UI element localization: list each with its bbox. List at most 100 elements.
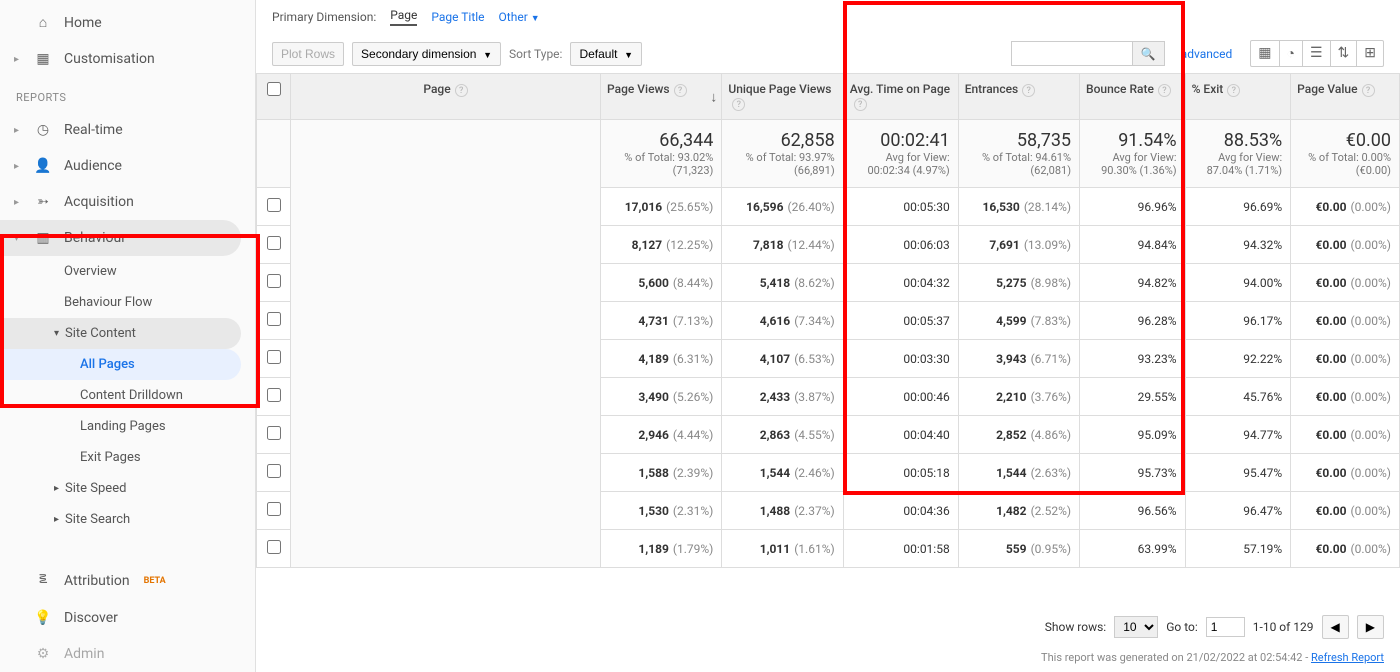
row-checkbox[interactable]	[267, 274, 281, 288]
cell-bounce: 95.73%	[1080, 454, 1186, 492]
sub-site-speed[interactable]: ▸Site Speed	[0, 473, 255, 504]
cell-value: €0.00(0.00%)	[1291, 416, 1400, 454]
advanced-link[interactable]: advanced	[1181, 47, 1233, 61]
cell-bounce: 94.82%	[1080, 264, 1186, 302]
col-bounce-label: Bounce Rate	[1086, 82, 1154, 96]
sub-site-search[interactable]: ▸Site Search	[0, 504, 255, 535]
summary-unique: 62,858% of Total: 93.97% (66,891)	[722, 120, 843, 188]
help-icon[interactable]: ?	[854, 98, 867, 111]
cell-value: €0.00(0.00%)	[1291, 378, 1400, 416]
pie-view-icon[interactable]: ◔	[1280, 41, 1303, 66]
cell-pageviews: 1,588(2.39%)	[601, 454, 722, 492]
page-col-redacted	[291, 120, 601, 568]
col-entrances[interactable]: Entrances?	[958, 74, 1079, 120]
summary-exit: 88.53%Avg for View: 87.04% (1.71%)	[1185, 120, 1291, 188]
search-button[interactable]: 🔍	[1132, 42, 1164, 65]
nav-behaviour-label: Behaviour	[64, 230, 126, 246]
bars-view-icon[interactable]: ☰	[1303, 41, 1331, 66]
plot-rows-button[interactable]: Plot Rows	[272, 42, 344, 66]
row-checkbox[interactable]	[267, 388, 281, 402]
col-bounce[interactable]: Bounce Rate?	[1080, 74, 1186, 120]
cell-bounce: 63.99%	[1080, 530, 1186, 568]
row-checkbox[interactable]	[267, 312, 281, 326]
sub-all-pages[interactable]: All Pages	[0, 349, 241, 380]
show-rows-select[interactable]: 10	[1114, 616, 1158, 638]
cell-value: €0.00(0.00%)	[1291, 492, 1400, 530]
col-avgtime[interactable]: Avg. Time on Page?	[843, 74, 958, 120]
compare-view-icon[interactable]: ⇅	[1331, 41, 1358, 66]
nav-realtime[interactable]: ▸◷Real-time	[0, 112, 255, 148]
row-checkbox[interactable]	[267, 236, 281, 250]
col-unique-label: Unique Page Views	[728, 82, 831, 96]
nav-behaviour[interactable]: ▾▥Behaviour	[0, 220, 241, 256]
sub-landing-pages[interactable]: Landing Pages	[0, 411, 255, 442]
nav-attribution[interactable]: ౾AttributionBETA	[0, 561, 255, 600]
col-exit[interactable]: % Exit?	[1185, 74, 1291, 120]
goto-input[interactable]	[1206, 617, 1245, 637]
summary-pageviews: 66,344% of Total: 93.02% (71,323)	[601, 120, 722, 188]
cell-exit: 57.19%	[1185, 530, 1291, 568]
table-view-icon[interactable]: ▦	[1251, 41, 1279, 66]
sub-content-drilldown[interactable]: Content Drilldown	[0, 380, 255, 411]
chevron-right-icon: ▸	[14, 161, 22, 172]
row-checkbox[interactable]	[267, 540, 281, 554]
help-icon[interactable]: ?	[1362, 84, 1375, 97]
sort-type-button[interactable]: Default ▼	[570, 42, 642, 66]
sub-site-content[interactable]: ▾Site Content	[0, 318, 241, 349]
cell-pageviews: 5,600(8.44%)	[601, 264, 722, 302]
help-icon[interactable]: ?	[1158, 84, 1171, 97]
col-unique[interactable]: Unique Page Views?	[722, 74, 843, 120]
help-icon[interactable]: ?	[1227, 84, 1240, 97]
cell-bounce: 95.09%	[1080, 416, 1186, 454]
col-page[interactable]: Page?	[291, 74, 601, 120]
help-icon[interactable]: ?	[732, 98, 745, 111]
nav-discover[interactable]: 💡Discover	[0, 600, 255, 636]
cell-exit: 94.77%	[1185, 416, 1291, 454]
help-icon[interactable]: ?	[455, 84, 468, 97]
cell-pageviews: 4,189(6.31%)	[601, 340, 722, 378]
search-input[interactable]	[1012, 42, 1132, 65]
row-checkbox[interactable]	[267, 426, 281, 440]
nav-acquisition[interactable]: ▸➳Acquisition	[0, 184, 255, 220]
chevron-right-icon: ▸	[54, 514, 59, 525]
next-page-button[interactable]: ▶	[1357, 615, 1384, 639]
col-checkbox	[257, 74, 291, 120]
cell-avgtime: 00:05:18	[843, 454, 958, 492]
refresh-report-link[interactable]: Refresh Report	[1311, 651, 1384, 664]
cell-exit: 94.32%	[1185, 226, 1291, 264]
select-all-checkbox[interactable]	[267, 82, 281, 96]
dim-page-title[interactable]: Page Title	[431, 10, 484, 24]
col-value[interactable]: Page Value?	[1291, 74, 1400, 120]
sub-exit-pages[interactable]: Exit Pages	[0, 442, 255, 473]
dim-page[interactable]: Page	[390, 8, 417, 26]
row-checkbox[interactable]	[267, 502, 281, 516]
nav-home-label: Home	[64, 15, 102, 31]
row-checkbox-cell	[257, 416, 291, 454]
beta-badge: BETA	[144, 576, 166, 586]
row-checkbox[interactable]	[267, 198, 281, 212]
row-checkbox[interactable]	[267, 350, 281, 364]
help-icon[interactable]: ?	[674, 84, 687, 97]
row-checkbox-cell	[257, 492, 291, 530]
help-icon[interactable]: ?	[1022, 84, 1035, 97]
nav-customisation[interactable]: ▸▦Customisation	[0, 41, 255, 77]
cell-unique: 4,107(6.53%)	[722, 340, 843, 378]
cell-pageviews: 17,016(25.65%)	[601, 188, 722, 226]
sub-overview[interactable]: Overview	[0, 256, 255, 287]
prev-page-button[interactable]: ◀	[1322, 615, 1349, 639]
nav-home[interactable]: ⌂ Home	[0, 4, 255, 41]
nav-admin[interactable]: ⚙Admin	[0, 636, 255, 672]
cell-bounce: 96.96%	[1080, 188, 1186, 226]
secondary-dimension-button[interactable]: Secondary dimension ▼	[352, 42, 501, 66]
chevron-down-icon: ▾	[54, 328, 59, 339]
col-pageviews[interactable]: Page Views?↓	[601, 74, 722, 120]
chevron-down-icon: ▼	[531, 14, 540, 24]
pivot-view-icon[interactable]: ⊞	[1357, 41, 1383, 66]
show-rows-label: Show rows:	[1045, 620, 1106, 634]
dim-other[interactable]: Other ▼	[499, 10, 540, 24]
sub-behaviour-flow[interactable]: Behaviour Flow	[0, 287, 255, 318]
row-checkbox[interactable]	[267, 464, 281, 478]
nav-audience[interactable]: ▸👤Audience	[0, 148, 255, 184]
goto-label: Go to:	[1166, 620, 1198, 634]
home-icon: ⌂	[34, 14, 52, 31]
